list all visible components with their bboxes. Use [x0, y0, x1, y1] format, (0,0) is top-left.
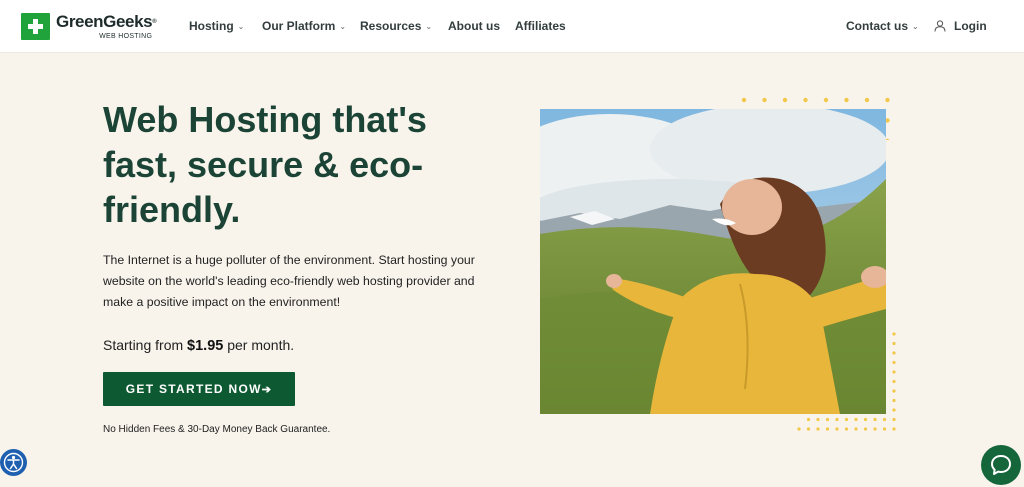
decorative-dot — [803, 97, 808, 103]
decorative-dot — [892, 379, 896, 384]
plus-logo-icon — [21, 13, 50, 40]
price-prefix: Starting from — [103, 337, 188, 353]
guarantee-note: No Hidden Fees & 30-Day Money Back Guara… — [103, 424, 331, 435]
nav-label: Affiliates — [515, 19, 566, 33]
decorative-dot — [892, 408, 896, 412]
chat-bubble-icon — [991, 455, 1011, 475]
nav-item-about-us[interactable]: About us — [448, 19, 500, 33]
decorative-dot — [892, 417, 896, 422]
decorative-dot — [825, 427, 830, 431]
decorative-dot — [741, 97, 747, 103]
decorative-dot — [825, 417, 830, 422]
hero-photo — [540, 109, 886, 414]
nav-item-resources[interactable]: Resources ⌄ — [360, 19, 432, 33]
logo-name: GreenGeeks — [56, 12, 153, 31]
decorative-dot — [863, 427, 868, 431]
chevron-down-icon: ⌄ — [425, 21, 433, 31]
decorative-dot — [882, 417, 887, 422]
decorative-dot — [844, 417, 849, 422]
decorative-dot — [892, 351, 896, 355]
decorative-dot — [844, 97, 849, 103]
login-link[interactable]: Login — [934, 19, 987, 33]
nav-label: Our Platform — [262, 19, 336, 33]
logo-subtitle: WEB HOSTING — [99, 33, 153, 40]
decorative-dot — [892, 370, 896, 374]
decorative-dot — [892, 398, 896, 403]
decorative-dot — [863, 417, 868, 422]
nav-item-our-platform[interactable]: Our Platform ⌄ — [262, 19, 346, 33]
decorative-dot — [782, 97, 788, 103]
decorative-dot — [816, 417, 820, 422]
get-started-button[interactable]: GET STARTED NOW ➔ — [103, 372, 295, 406]
chevron-down-icon: ⌄ — [912, 21, 919, 31]
decorative-dot — [892, 389, 896, 393]
decorative-dot — [892, 341, 896, 346]
decorative-dot — [882, 427, 887, 431]
decorative-dot — [806, 417, 811, 422]
decorative-dot — [835, 427, 839, 431]
nav-item-hosting[interactable]: Hosting ⌄ — [189, 19, 244, 33]
decorative-dot — [864, 97, 870, 103]
decorative-dot — [797, 427, 801, 431]
decorative-dot — [873, 417, 877, 422]
woman-in-meadow-image — [540, 109, 886, 414]
decorative-dot — [835, 417, 839, 422]
nav-label: Resources — [360, 19, 422, 33]
price-value: $1.95 — [187, 338, 224, 354]
nav-label: About us — [448, 19, 500, 33]
accessibility-icon — [3, 452, 24, 473]
decorative-dot — [873, 427, 877, 431]
hero-intro: The Internet is a huge polluter of the e… — [103, 253, 475, 309]
nav-label: Hosting — [189, 19, 234, 33]
chevron-down-icon: ⌄ — [237, 21, 245, 31]
decorative-dot — [762, 97, 767, 103]
site-header: GreenGeeks® WEB HOSTING Hosting ⌄ Our Pl… — [0, 0, 1024, 53]
decorative-dot — [816, 427, 820, 431]
decorative-dot — [823, 97, 829, 103]
decorative-dot — [806, 427, 811, 431]
decorative-dot — [844, 427, 849, 431]
decorative-dot — [854, 427, 858, 431]
arrow-right-icon: ➔ — [261, 383, 273, 396]
decorative-dot — [885, 97, 890, 103]
nav-item-contact-us[interactable]: Contact us ⌄ — [846, 19, 919, 33]
price-line: Starting from $1.95 per month. — [103, 337, 294, 354]
price-suffix: per month. — [223, 337, 295, 353]
greengeeks-logo[interactable]: GreenGeeks® WEB HOSTING — [21, 12, 157, 40]
chevron-down-icon: ⌄ — [339, 21, 347, 31]
cta-label: GET STARTED NOW — [125, 382, 262, 396]
decorative-dot — [892, 427, 896, 431]
nav-label: Contact us — [846, 19, 909, 33]
user-icon — [934, 20, 946, 32]
decorative-dot — [892, 332, 896, 336]
accessibility-button[interactable] — [0, 449, 27, 476]
login-label: Login — [954, 19, 987, 33]
logo-registered-mark: ® — [152, 19, 157, 25]
decorative-dot — [892, 360, 896, 365]
hero-headline: Web Hosting that's fast, secure & eco-fr… — [103, 99, 427, 230]
decorative-dot — [854, 417, 858, 422]
chat-button[interactable] — [981, 445, 1021, 485]
nav-item-affiliates[interactable]: Affiliates — [515, 19, 566, 33]
